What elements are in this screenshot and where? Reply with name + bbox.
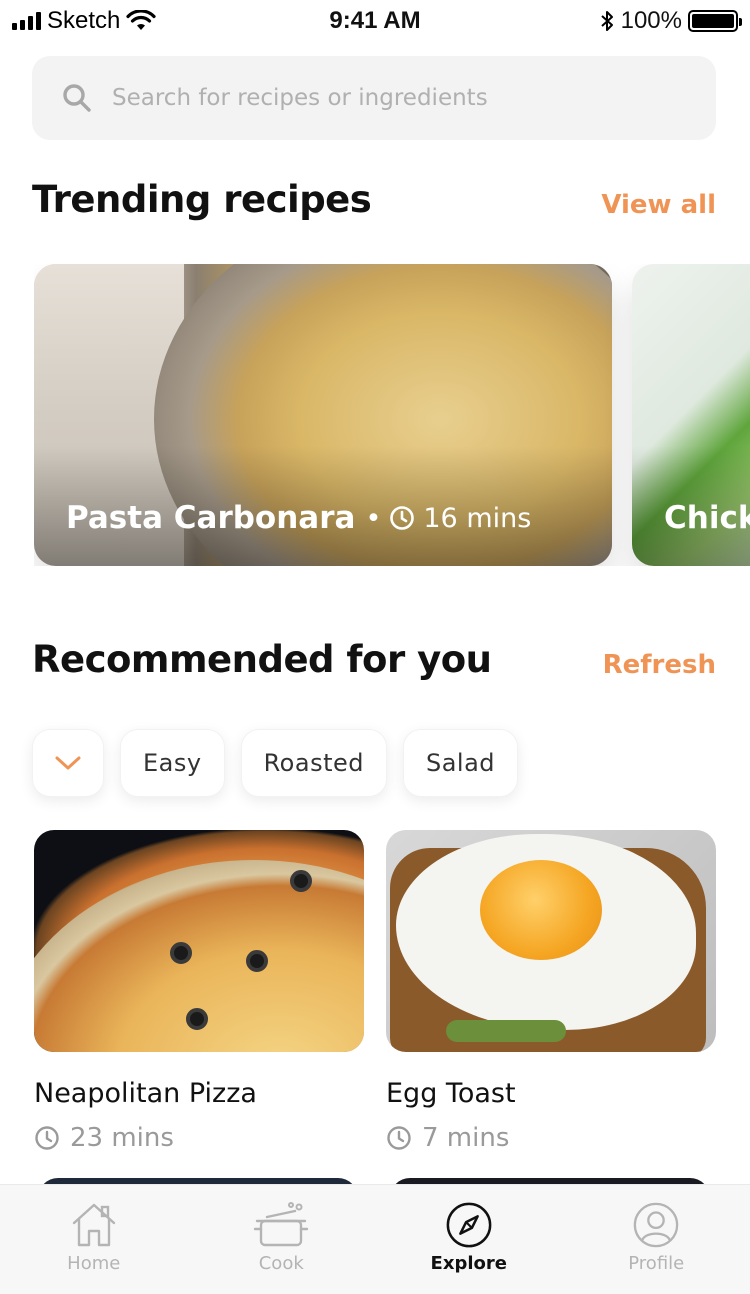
tab-cook[interactable]: Cook — [188, 1185, 376, 1294]
trending-carousel[interactable]: Pasta Carbonara • 16 mins Chick — [34, 264, 750, 566]
home-icon — [72, 1203, 115, 1247]
tab-label: Home — [67, 1253, 121, 1274]
clock-icon — [390, 506, 415, 530]
recommended-title: Recommended for you — [32, 638, 492, 681]
filter-chip-salad[interactable]: Salad — [402, 729, 519, 797]
compass-icon — [446, 1202, 492, 1248]
trending-card-pasta-carbonara[interactable]: Pasta Carbonara • 16 mins — [34, 264, 612, 566]
status-bar: Sketch 9:41 AM 100% — [0, 0, 750, 42]
battery-percent: 100% — [620, 7, 682, 34]
filter-chip-easy[interactable]: Easy — [120, 729, 225, 797]
card-title: Pasta Carbonara — [66, 500, 356, 536]
tab-bar: Home Cook Explore Profile — [0, 1184, 750, 1294]
bluetooth-icon — [600, 11, 613, 31]
recipe-time-text: 7 mins — [422, 1123, 510, 1153]
card-meta: • 16 mins — [365, 503, 531, 534]
battery-icon — [688, 10, 742, 32]
tab-profile[interactable]: Profile — [563, 1185, 750, 1294]
cooking-pot-icon — [254, 1202, 309, 1247]
card-separator: • — [365, 502, 382, 534]
recipe-image-egg-toast — [386, 830, 716, 1052]
refresh-link[interactable]: Refresh — [603, 650, 716, 680]
card-title: Chick — [664, 500, 750, 536]
tab-label: Cook — [258, 1253, 304, 1274]
chevron-down-icon — [55, 756, 81, 770]
view-all-link[interactable]: View all — [601, 190, 716, 220]
status-right: 100% — [599, 7, 742, 35]
recipe-card-egg-toast[interactable]: Egg Toast 7 mins — [386, 830, 716, 1153]
recipe-name: Neapolitan Pizza — [34, 1078, 257, 1109]
recipe-time: 23 mins — [34, 1123, 364, 1153]
filter-chip-roasted[interactable]: Roasted — [240, 729, 387, 797]
search-input[interactable] — [112, 85, 672, 111]
card-time: 16 mins — [423, 502, 532, 534]
expand-filters-button[interactable] — [32, 729, 104, 797]
trending-title: Trending recipes — [32, 178, 372, 221]
tab-home[interactable]: Home — [0, 1185, 188, 1294]
trending-card-chicken[interactable]: Chick — [632, 264, 750, 566]
recipe-name: Egg Toast — [386, 1078, 516, 1109]
user-icon — [633, 1202, 679, 1248]
recipe-card-neapolitan-pizza[interactable]: Neapolitan Pizza 23 mins — [34, 830, 364, 1153]
clock-icon — [35, 1126, 59, 1150]
recipe-time: 7 mins — [386, 1123, 716, 1153]
tab-label: Profile — [628, 1253, 685, 1274]
recipe-image-pizza — [34, 830, 364, 1052]
tab-explore[interactable]: Explore — [375, 1185, 563, 1294]
clock-icon — [387, 1126, 411, 1150]
card-caption: Chick — [664, 500, 750, 536]
search-bar[interactable] — [32, 56, 716, 140]
card-caption: Pasta Carbonara • 16 mins — [66, 500, 531, 536]
tab-label: Explore — [430, 1253, 507, 1274]
search-icon — [63, 84, 91, 112]
filter-chips: Easy Roasted Salad — [32, 729, 519, 797]
recipe-time-text: 23 mins — [70, 1123, 174, 1153]
